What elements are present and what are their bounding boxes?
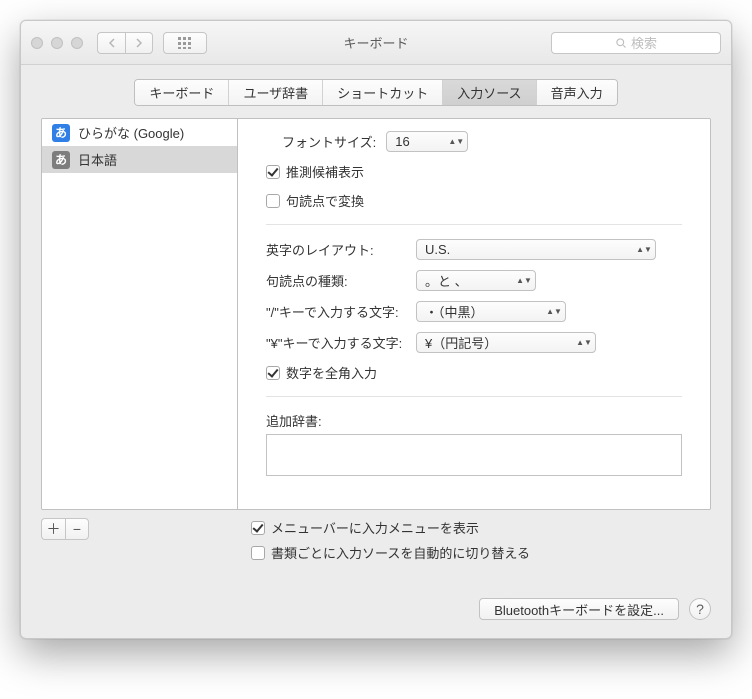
content: あ ひらがな (Google) あ 日本語 フォントサイズ: 16 ▲▼ (21, 118, 731, 582)
tab-bar: キーボード ユーザ辞書 ショートカット 入力ソース 音声入力 (21, 65, 731, 118)
bluetooth-keyboard-button[interactable]: Bluetoothキーボードを設定... (479, 598, 679, 620)
fullwidth-digits-label: 数字を全角入力 (286, 363, 377, 382)
show-input-menu-label: メニューバーに入力メニューを表示 (271, 518, 479, 537)
input-source-list: あ ひらがな (Google) あ 日本語 (42, 119, 238, 509)
tab-shortcuts[interactable]: ショートカット (323, 80, 443, 105)
chevron-updown-icon: ▲▼ (637, 247, 651, 252)
source-item-japanese[interactable]: あ 日本語 (42, 146, 237, 173)
font-size-select[interactable]: 16 ▲▼ (386, 131, 468, 152)
auto-switch-label: 書類ごとに入力ソースを自動的に切り替える (271, 543, 530, 562)
source-icon: あ (52, 151, 70, 169)
yen-key-select[interactable]: ¥（円記号） ▲▼ (416, 332, 596, 353)
font-size-label: フォントサイズ: (282, 132, 376, 151)
source-settings: フォントサイズ: 16 ▲▼ 推測候補表示 句読点で変換 英字のレイアウ (238, 119, 710, 509)
source-label: 日本語 (78, 150, 117, 169)
extra-dict-label: 追加辞書: (266, 411, 682, 430)
add-remove-buttons: ＋ − (41, 518, 237, 562)
preferences-window: キーボード 検索 キーボード ユーザ辞書 ショートカット 入力ソース 音声入力 … (20, 20, 732, 639)
show-suggestions-checkbox[interactable] (266, 165, 280, 179)
source-icon: あ (52, 124, 70, 142)
fullwidth-digits-checkbox[interactable] (266, 366, 280, 380)
romaji-layout-label: 英字のレイアウト: (266, 240, 416, 259)
romaji-layout-select[interactable]: U.S. ▲▼ (416, 239, 656, 260)
extra-dict-list[interactable] (266, 434, 682, 476)
search-field[interactable]: 検索 (551, 32, 721, 54)
show-suggestions-label: 推測候補表示 (286, 162, 364, 181)
nav-buttons (97, 32, 153, 54)
tab-keyboard[interactable]: キーボード (135, 80, 229, 105)
chevron-updown-icon: ▲▼ (547, 309, 561, 314)
help-button[interactable]: ? (689, 598, 711, 620)
tab-input-sources[interactable]: 入力ソース (443, 80, 536, 105)
slash-key-label: "/"キーで入力する文字: (266, 302, 416, 321)
divider (266, 224, 682, 225)
back-button[interactable] (97, 32, 125, 54)
yen-key-label: "¥"キーで入力する文字: (266, 333, 416, 352)
remove-button[interactable]: − (65, 518, 89, 540)
traffic-lights (31, 37, 83, 49)
auto-switch-checkbox[interactable] (251, 546, 265, 560)
source-label: ひらがな (Google) (78, 123, 184, 142)
punct-type-label: 句読点の種類: (266, 271, 416, 290)
show-all-button[interactable] (163, 32, 207, 54)
add-button[interactable]: ＋ (41, 518, 65, 540)
convert-punct-checkbox[interactable] (266, 194, 280, 208)
tab-text[interactable]: ユーザ辞書 (229, 80, 323, 105)
bottom-bar: Bluetoothキーボードを設定... ? (21, 582, 731, 638)
zoom-icon[interactable] (71, 37, 83, 49)
minimize-icon[interactable] (51, 37, 63, 49)
source-item-google-hiragana[interactable]: あ ひらがな (Google) (42, 119, 237, 146)
titlebar: キーボード 検索 (21, 21, 731, 65)
chevron-updown-icon: ▲▼ (577, 340, 591, 345)
show-input-menu-checkbox[interactable] (251, 521, 265, 535)
slash-key-select[interactable]: ・（中黒） ▲▼ (416, 301, 566, 322)
chevron-updown-icon: ▲▼ (449, 139, 463, 144)
chevron-updown-icon: ▲▼ (517, 278, 531, 283)
punct-type-select[interactable]: 。と 、 ▲▼ (416, 270, 536, 291)
tab-dictation[interactable]: 音声入力 (537, 80, 617, 105)
search-placeholder: 検索 (631, 33, 657, 52)
search-icon (615, 37, 627, 49)
forward-button[interactable] (125, 32, 153, 54)
divider (266, 396, 682, 397)
convert-punct-label: 句読点で変換 (286, 191, 364, 210)
close-icon[interactable] (31, 37, 43, 49)
